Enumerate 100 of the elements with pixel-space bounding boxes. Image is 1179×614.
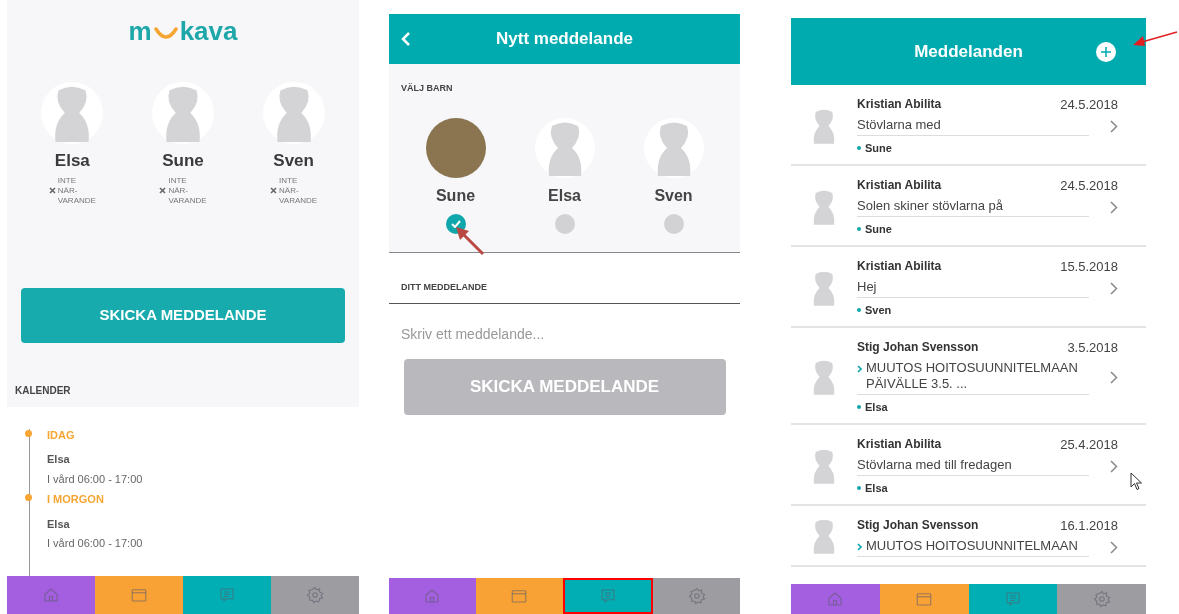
- chat-bubble-icon: [598, 587, 617, 605]
- message-date: 15.5.2018: [1060, 258, 1118, 276]
- message-row[interactable]: Stig Johan Svensson 3.5.2018 MUUTOS HOITOSUUNNITELMAAN PÄIVÄLLE 3.5. ... Elsa: [791, 328, 1146, 425]
- chevron-right-icon: [857, 542, 862, 551]
- attendance-status: VARANDE: [57, 195, 96, 206]
- message-date: 24.5.2018: [1060, 96, 1118, 114]
- message-field[interactable]: Skriv ett meddelande...: [401, 324, 728, 345]
- message-subject: MUUTOS HOITOSUUNNITELMAAN: [866, 537, 1078, 554]
- calendar-icon: [130, 586, 148, 604]
- message-row[interactable]: Kristian Abilita 25.4.2018 Stövlarna med till fredagen Elsa: [791, 425, 1146, 506]
- nav-tab[interactable]: [562, 578, 654, 614]
- message-row[interactable]: Stig Johan Svensson 16.1.2018 MUUTOS HOITOSUUNNITELMAAN: [791, 506, 1146, 567]
- sender-name: Kristian Abilita: [857, 258, 942, 275]
- message-row[interactable]: Kristian Abilita 24.5.2018 Solen skiner stövlarna på Sune: [791, 166, 1146, 247]
- child-name: Elsa: [865, 480, 888, 496]
- chat-bubble-icon: [1003, 590, 1022, 608]
- nav-tab[interactable]: [475, 578, 563, 614]
- message-subject: Stövlarna med: [857, 116, 941, 133]
- plus-icon: [1101, 46, 1111, 57]
- settings-icon: [306, 586, 324, 604]
- screen-title: Meddelanden: [914, 40, 1023, 63]
- child-radio[interactable]: [445, 214, 466, 234]
- chevron-right-icon: [1110, 200, 1118, 214]
- nav-tab[interactable]: [7, 576, 95, 614]
- attendance-status: NÄR-: [279, 185, 300, 196]
- sender-name: Kristian Abilita: [857, 96, 942, 113]
- child-name: Elsa: [47, 516, 71, 532]
- settings-icon: [1092, 590, 1111, 608]
- child-name: Elsa: [865, 399, 888, 415]
- add-message-button[interactable]: [1096, 41, 1116, 62]
- message-subject: Hej: [857, 278, 877, 295]
- child-name: Sune: [865, 140, 892, 156]
- chevron-right-icon: [1110, 281, 1118, 295]
- message-row[interactable]: Kristian Abilita 24.5.2018 Stövlarna med Sune: [791, 85, 1146, 166]
- chevron-right-icon: [1110, 540, 1118, 554]
- chevron-right-icon: [1110, 119, 1118, 133]
- checkmark-icon: [450, 220, 461, 228]
- smile-logo-icon: [152, 27, 179, 41]
- child-name: Elsa: [47, 452, 71, 467]
- message-row[interactable]: Kristian Abilita 15.5.2018 Hej Sven: [791, 247, 1146, 328]
- sender-name: Kristian Abilita: [857, 177, 942, 194]
- message-date: 24.5.2018: [1060, 177, 1118, 195]
- attendance-status: INTE: [57, 175, 77, 186]
- nav-tab[interactable]: [389, 578, 476, 614]
- attendance-status: VARANDE: [279, 195, 318, 206]
- avatar-silhouette-icon: [41, 82, 104, 144]
- sender-name: Stig Johan Svensson: [857, 517, 979, 534]
- child-name: Elsa: [548, 186, 581, 206]
- child-name: Sune: [162, 150, 204, 172]
- nav-tab[interactable]: [879, 584, 969, 614]
- care-time: I vård 06:00 - 17:00: [47, 471, 144, 487]
- attendance-status: NÄR-: [57, 185, 79, 196]
- chat-bubble-icon: [218, 586, 236, 604]
- day-label: IDAG: [47, 427, 76, 443]
- child-name: Sven: [865, 302, 892, 318]
- section-heading: DITT MEDDELANDE: [401, 282, 487, 292]
- message-subject: Solen skiner stövlarna på: [857, 197, 1003, 214]
- message-date: 16.1.2018: [1060, 517, 1118, 535]
- message-date: 25.4.2018: [1060, 436, 1118, 454]
- pointer-arrow-icon: [453, 224, 487, 258]
- attendance-status: NÄR-: [168, 185, 189, 196]
- nav-tab[interactable]: [1057, 584, 1146, 614]
- nav-tab[interactable]: [653, 578, 740, 614]
- nav-tab[interactable]: [95, 576, 183, 614]
- child-name: Elsa: [54, 150, 90, 172]
- sender-name: Kristian Abilita: [857, 436, 942, 453]
- care-time: I vård 06:00 - 17:00: [47, 536, 144, 551]
- screen-title: Nytt meddelande: [496, 28, 633, 51]
- chevron-right-icon: [857, 364, 862, 373]
- nav-tab[interactable]: [791, 584, 880, 614]
- calendar-icon: [915, 590, 934, 608]
- mouse-cursor-icon: [1130, 472, 1143, 491]
- back-icon: [401, 31, 411, 47]
- attendance-status: INTE: [279, 175, 299, 186]
- back-button[interactable]: [401, 31, 411, 47]
- calendar-icon: [510, 587, 529, 605]
- chevron-right-icon: [1110, 459, 1118, 473]
- close-icon: [270, 187, 278, 194]
- child-name: Sven: [273, 150, 314, 172]
- day-label: I MORGON: [47, 492, 105, 507]
- avatar-silhouette-icon: [152, 82, 214, 144]
- close-icon: [48, 187, 56, 194]
- nav-tab[interactable]: [968, 584, 1058, 614]
- nav-tab[interactable]: [271, 576, 359, 614]
- home-icon: [42, 586, 60, 604]
- child-name: Sune: [865, 221, 892, 237]
- message-subject: Stövlarna med till fredagen: [857, 456, 1012, 473]
- message-subject: MUUTOS HOITOSUUNNITELMAAN PÄIVÄLLE 3.5. ...: [866, 359, 1079, 392]
- section-heading: KALENDER: [15, 384, 71, 396]
- child-radio[interactable]: [663, 214, 684, 234]
- message-date: 3.5.2018: [1067, 339, 1118, 357]
- logo-text: kava: [179, 18, 238, 44]
- child-radio[interactable]: [554, 214, 575, 234]
- sender-name: Stig Johan Svensson: [857, 339, 979, 356]
- nav-tab[interactable]: [183, 576, 271, 614]
- settings-icon: [687, 587, 706, 605]
- home-icon: [423, 587, 442, 605]
- attendance-status: INTE: [168, 175, 188, 186]
- avatar-silhouette-icon: [262, 82, 325, 144]
- logo-text: m: [128, 18, 152, 44]
